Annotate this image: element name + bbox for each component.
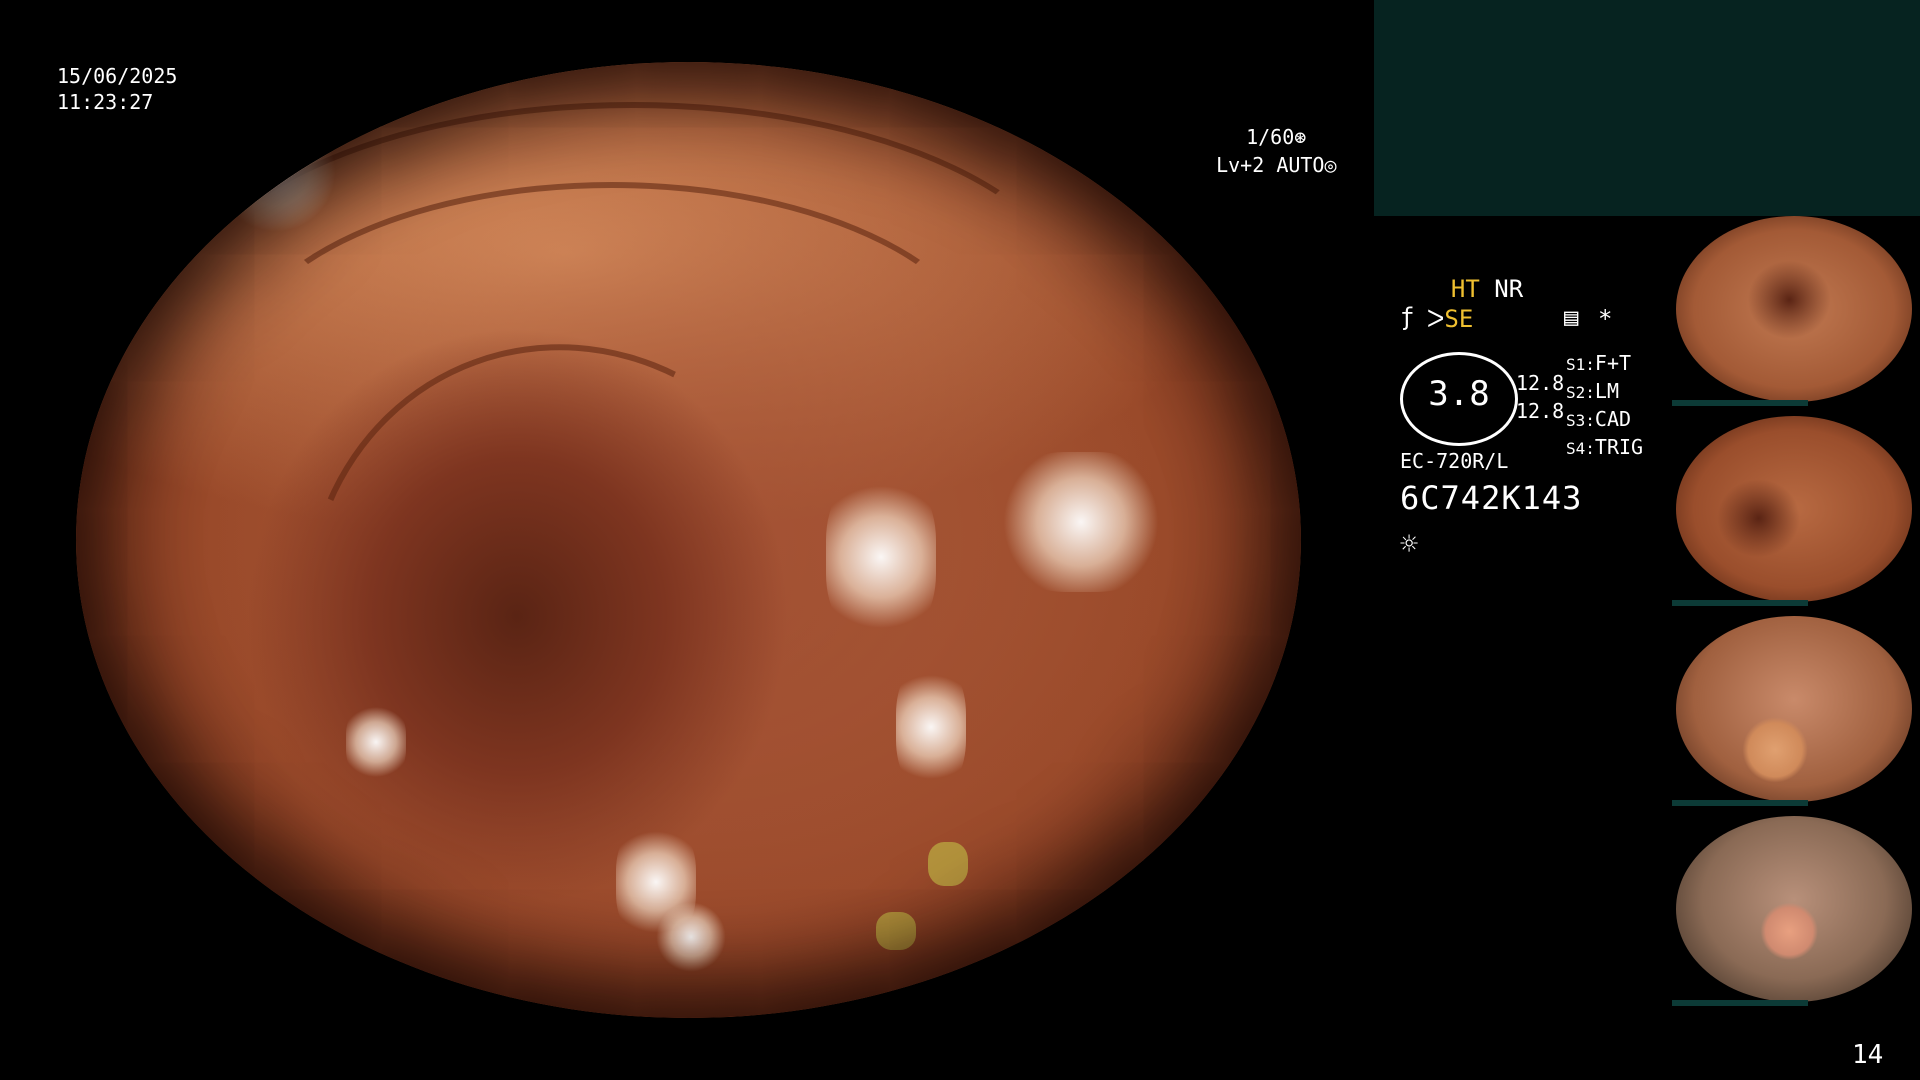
level-text: Lv+2 <box>1216 153 1265 177</box>
mucosal-fold <box>224 268 920 988</box>
mode-text: AUTO <box>1276 153 1325 177</box>
switch-item: S4:TRIG <box>1566 435 1644 459</box>
endoscope-view <box>76 62 1301 1018</box>
asterisk-indicator: * <box>1598 305 1613 333</box>
se-indicator: SE <box>1444 305 1474 333</box>
date-text: 15/06/2025 <box>57 64 178 88</box>
light-reflection <box>616 822 696 942</box>
wire-icon: ᐳ <box>1426 305 1445 333</box>
debris <box>876 912 916 950</box>
thumbnail-bar <box>1672 800 1808 806</box>
light-reflection <box>216 112 336 232</box>
brightness-level: Lv+2 AUTO◎ <box>1192 126 1337 178</box>
f-icon: ƒ <box>1400 303 1415 331</box>
light-reflection <box>826 472 936 642</box>
scope-model: EC-720R/L <box>1400 449 1509 473</box>
thumbnail-image <box>1676 616 1912 802</box>
thumbnail-image <box>1676 216 1912 402</box>
memo-icon: ▤ <box>1564 303 1579 331</box>
light-reflection <box>656 902 726 972</box>
scope-serial: 6C742K143 <box>1400 479 1583 517</box>
thumbnail-4[interactable] <box>1672 816 1918 1006</box>
page-number: 14 <box>1852 1040 1884 1070</box>
switch-item: S3:CAD <box>1566 407 1632 431</box>
thumbnail-2[interactable] <box>1672 416 1918 606</box>
thumbnail-1[interactable] <box>1672 216 1918 406</box>
light-reflection <box>896 662 966 792</box>
switch-item: S2:LM <box>1566 379 1619 403</box>
thumbnail-image <box>1676 416 1912 602</box>
thumbnail-bar <box>1672 1000 1808 1006</box>
auto-iris-icon: ◎ <box>1324 153 1337 177</box>
sun-icon: ☼ <box>1400 527 1419 562</box>
time-text: 11:23:27 <box>57 90 154 114</box>
zoom-value-2: 12.8 <box>1516 399 1565 423</box>
switch-item: S1:F+T <box>1566 351 1632 375</box>
mucosal-fold <box>226 182 998 574</box>
light-reflection <box>996 452 1166 592</box>
debris <box>928 842 968 886</box>
info-panel-header <box>1374 0 1920 216</box>
switch-list: S1:F+T S2:LM S3:CAD S4:TRIG <box>1566 350 1643 462</box>
mucosal-fold <box>176 102 1088 534</box>
thumbnail-image <box>1676 816 1912 1002</box>
thumbnail-bar <box>1672 600 1808 606</box>
zoom-value-1: 12.8 <box>1516 371 1565 395</box>
thumbnail-bar <box>1672 400 1808 406</box>
nr-indicator: NR <box>1494 275 1524 303</box>
gauge-value: 3.8 <box>1428 374 1490 414</box>
light-reflection <box>346 702 406 782</box>
thumbnail-3[interactable] <box>1672 616 1918 806</box>
